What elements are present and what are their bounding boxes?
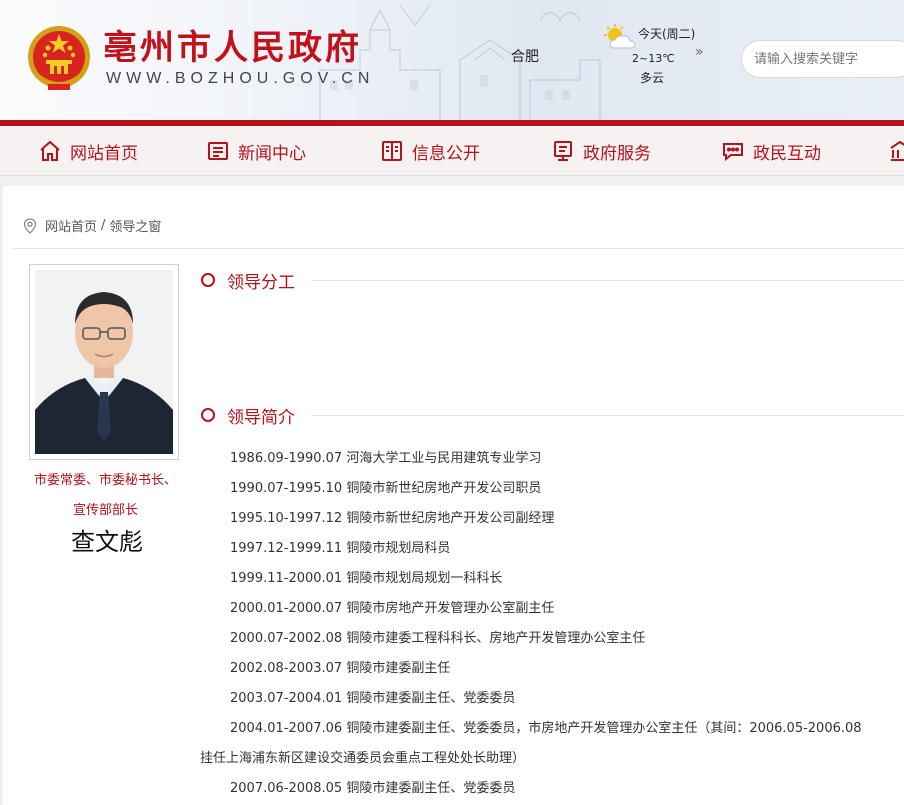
national-emblem-logo — [28, 26, 90, 90]
city-label[interactable]: 合肥 — [511, 46, 539, 66]
weather-description: 多云 — [640, 71, 665, 85]
chat-icon — [721, 139, 745, 163]
resume-entry: 2000.07-2002.08 铜陵市建委工程科科长、房地产开发管理办公室主任 — [230, 631, 646, 646]
resume-entry: 2002.08-2003.07 铜陵市建委副主任 — [230, 661, 451, 676]
nav-label: 政民互动 — [753, 143, 821, 164]
breadcrumb-divider — [13, 248, 904, 249]
weather-more-button[interactable]: » — [695, 44, 704, 60]
nav-item-news[interactable]: 新闻中心 — [206, 126, 306, 176]
nav-item-more[interactable] — [888, 126, 904, 176]
partly-cloudy-icon — [604, 24, 636, 49]
section-heading: 领导分工 — [227, 268, 307, 293]
section-division: 领导分工 — [201, 268, 904, 293]
home-icon — [38, 139, 62, 163]
resume-list: 1986.09-1990.07 河海大学工业与民用建筑专业学习 1990.07-… — [200, 444, 900, 804]
section-rule — [311, 415, 904, 416]
nav-item-info[interactable]: 信息公开 — [380, 126, 480, 176]
resume-entry: 2000.01-2000.07 铜陵市房地产开发管理办公室副主任 — [230, 601, 555, 616]
weather-temperature: 2~13℃ — [632, 52, 675, 65]
leader-title-line1: 市委常委、市委秘书长、 — [33, 473, 177, 488]
leader-photo-frame — [29, 264, 179, 460]
breadcrumb: 网站首页 / 领导之窗 — [23, 216, 161, 235]
monitor-icon — [551, 139, 575, 163]
resume-entry: 1990.07-1995.10 铜陵市新世纪房地产开发公司职员 — [230, 481, 542, 496]
site-name: 亳州市人民政府 — [103, 28, 362, 68]
news-icon — [206, 139, 230, 163]
nav-item-interaction[interactable]: 政民互动 — [721, 126, 821, 176]
search-input[interactable] — [741, 40, 904, 78]
section-heading: 领导简介 — [227, 403, 307, 428]
nav-item-services[interactable]: 政府服务 — [551, 126, 651, 176]
resume-entry-continued: 挂任上海浦东新区建设交通委员会重点工程处处长助理） — [200, 751, 526, 766]
resume-entry: 1995.10-1997.12 铜陵市新世纪房地产开发公司副经理 — [230, 511, 555, 526]
circle-bullet-icon — [201, 408, 215, 422]
section-rule — [311, 280, 904, 281]
leader-title-line2: 宣传部部长 — [72, 503, 138, 518]
resume-entry: 1999.11-2000.01 铜陵市规划局规划一科科长 — [230, 571, 503, 586]
site-domain: WWW.BOZHOU.GOV.CN — [106, 70, 375, 87]
nav-label: 新闻中心 — [238, 143, 306, 164]
breadcrumb-current-link[interactable]: 领导之窗 — [109, 216, 161, 235]
breadcrumb-home-link[interactable]: 网站首页 — [45, 216, 97, 235]
book-icon — [380, 139, 404, 163]
nav-label: 信息公开 — [412, 143, 480, 164]
resume-entry: 2004.01-2007.06 铜陵市建委副主任、党委委员，市房地产开发管理办公… — [230, 721, 862, 736]
resume-entry: 1986.09-1990.07 河海大学工业与民用建筑专业学习 — [230, 451, 542, 466]
leader-portrait-photo — [35, 270, 173, 454]
breadcrumb-separator: / — [101, 218, 106, 233]
resume-entry: 2003.07-2004.01 铜陵市建委副主任、党委委员 — [230, 691, 516, 706]
main-content: 网站首页 / 领导之窗 市委常委、市委秘书长、 宣传部部长 查文彪 领导分工 领… — [3, 186, 904, 805]
nav-label: 政府服务 — [583, 143, 651, 164]
nav-label: 网站首页 — [70, 143, 138, 164]
resume-entry: 2007.06-2008.05 铜陵市建委副主任、党委委员 — [230, 781, 516, 796]
nav-item-home[interactable]: 网站首页 — [38, 126, 138, 176]
resume-entry: 1997.12-1999.11 铜陵市规划局科员 — [230, 541, 451, 556]
weather-today: 今天(周二) — [638, 27, 696, 41]
location-pin-icon — [23, 217, 37, 234]
site-header: 亳州市人民政府 WWW.BOZHOU.GOV.CN 合肥 今天(周二) 2~13… — [0, 0, 904, 120]
building-icon — [888, 139, 904, 163]
main-nav: 网站首页 新闻中心 信息公开 政府服务 政民互动 — [0, 126, 904, 176]
circle-bullet-icon — [201, 273, 215, 287]
section-profile: 领导简介 — [201, 403, 904, 428]
leader-name: 查文彪 — [71, 528, 143, 556]
